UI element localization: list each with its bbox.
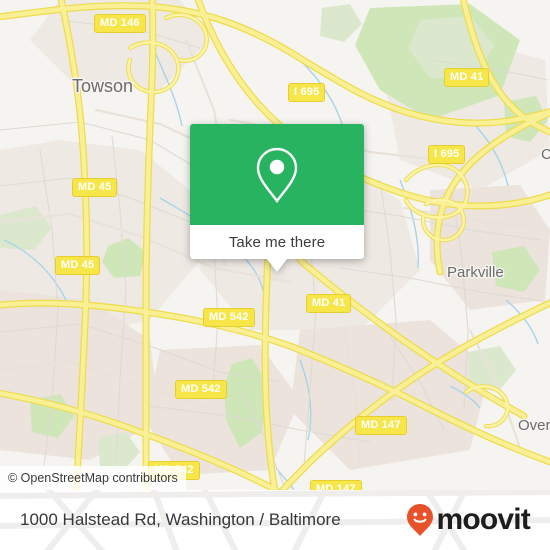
map-pin-icon bbox=[256, 147, 298, 203]
road-shield-md45-2[interactable]: MD 45 bbox=[55, 256, 101, 275]
road-shield-md45[interactable]: MD 45 bbox=[72, 178, 118, 197]
moovit-map-screenshot: .pk { fill:#cfe6b8; } .pk2{ fill:#dbe8cd… bbox=[0, 0, 550, 550]
map-attribution[interactable]: © OpenStreetMap contributors bbox=[0, 466, 186, 490]
footer-content: 1000 Halstead Rd, Washington / Baltimore… bbox=[0, 490, 550, 550]
road-shield-i695[interactable]: I 695 bbox=[288, 83, 326, 102]
moovit-smiley-pin-icon bbox=[407, 504, 434, 536]
road-shield-md147-2[interactable]: MD 147 bbox=[310, 480, 362, 490]
popup-marker-area bbox=[190, 124, 364, 225]
attribution-text: © OpenStreetMap contributors bbox=[8, 471, 178, 485]
road-shield-md542[interactable]: MD 542 bbox=[203, 308, 255, 327]
moovit-logo[interactable]: moovit bbox=[405, 503, 531, 537]
popup-pointer-tail bbox=[267, 259, 287, 272]
map-canvas[interactable]: .pk { fill:#cfe6b8; } .pk2{ fill:#dbe8cd… bbox=[0, 0, 550, 490]
road-shield-md542-2[interactable]: MD 542 bbox=[175, 380, 227, 399]
popup-action-bar[interactable]: Take me there bbox=[190, 225, 364, 259]
moovit-wordmark: moovit bbox=[436, 503, 530, 536]
footer-bar: 1000 Halstead Rd, Washington / Baltimore… bbox=[0, 490, 550, 550]
road-shield-i695-2[interactable]: I 695 bbox=[428, 145, 466, 164]
road-shield-md147[interactable]: MD 147 bbox=[355, 416, 407, 435]
destination-popup-card[interactable]: Take me there bbox=[190, 124, 364, 272]
road-shield-md41-2[interactable]: MD 41 bbox=[306, 294, 352, 313]
take-me-there-label: Take me there bbox=[228, 233, 326, 251]
road-shield-md41[interactable]: MD 41 bbox=[444, 68, 490, 87]
road-shield-md146[interactable]: MD 146 bbox=[94, 14, 146, 33]
address-label: 1000 Halstead Rd, Washington / Baltimore bbox=[20, 510, 341, 529]
